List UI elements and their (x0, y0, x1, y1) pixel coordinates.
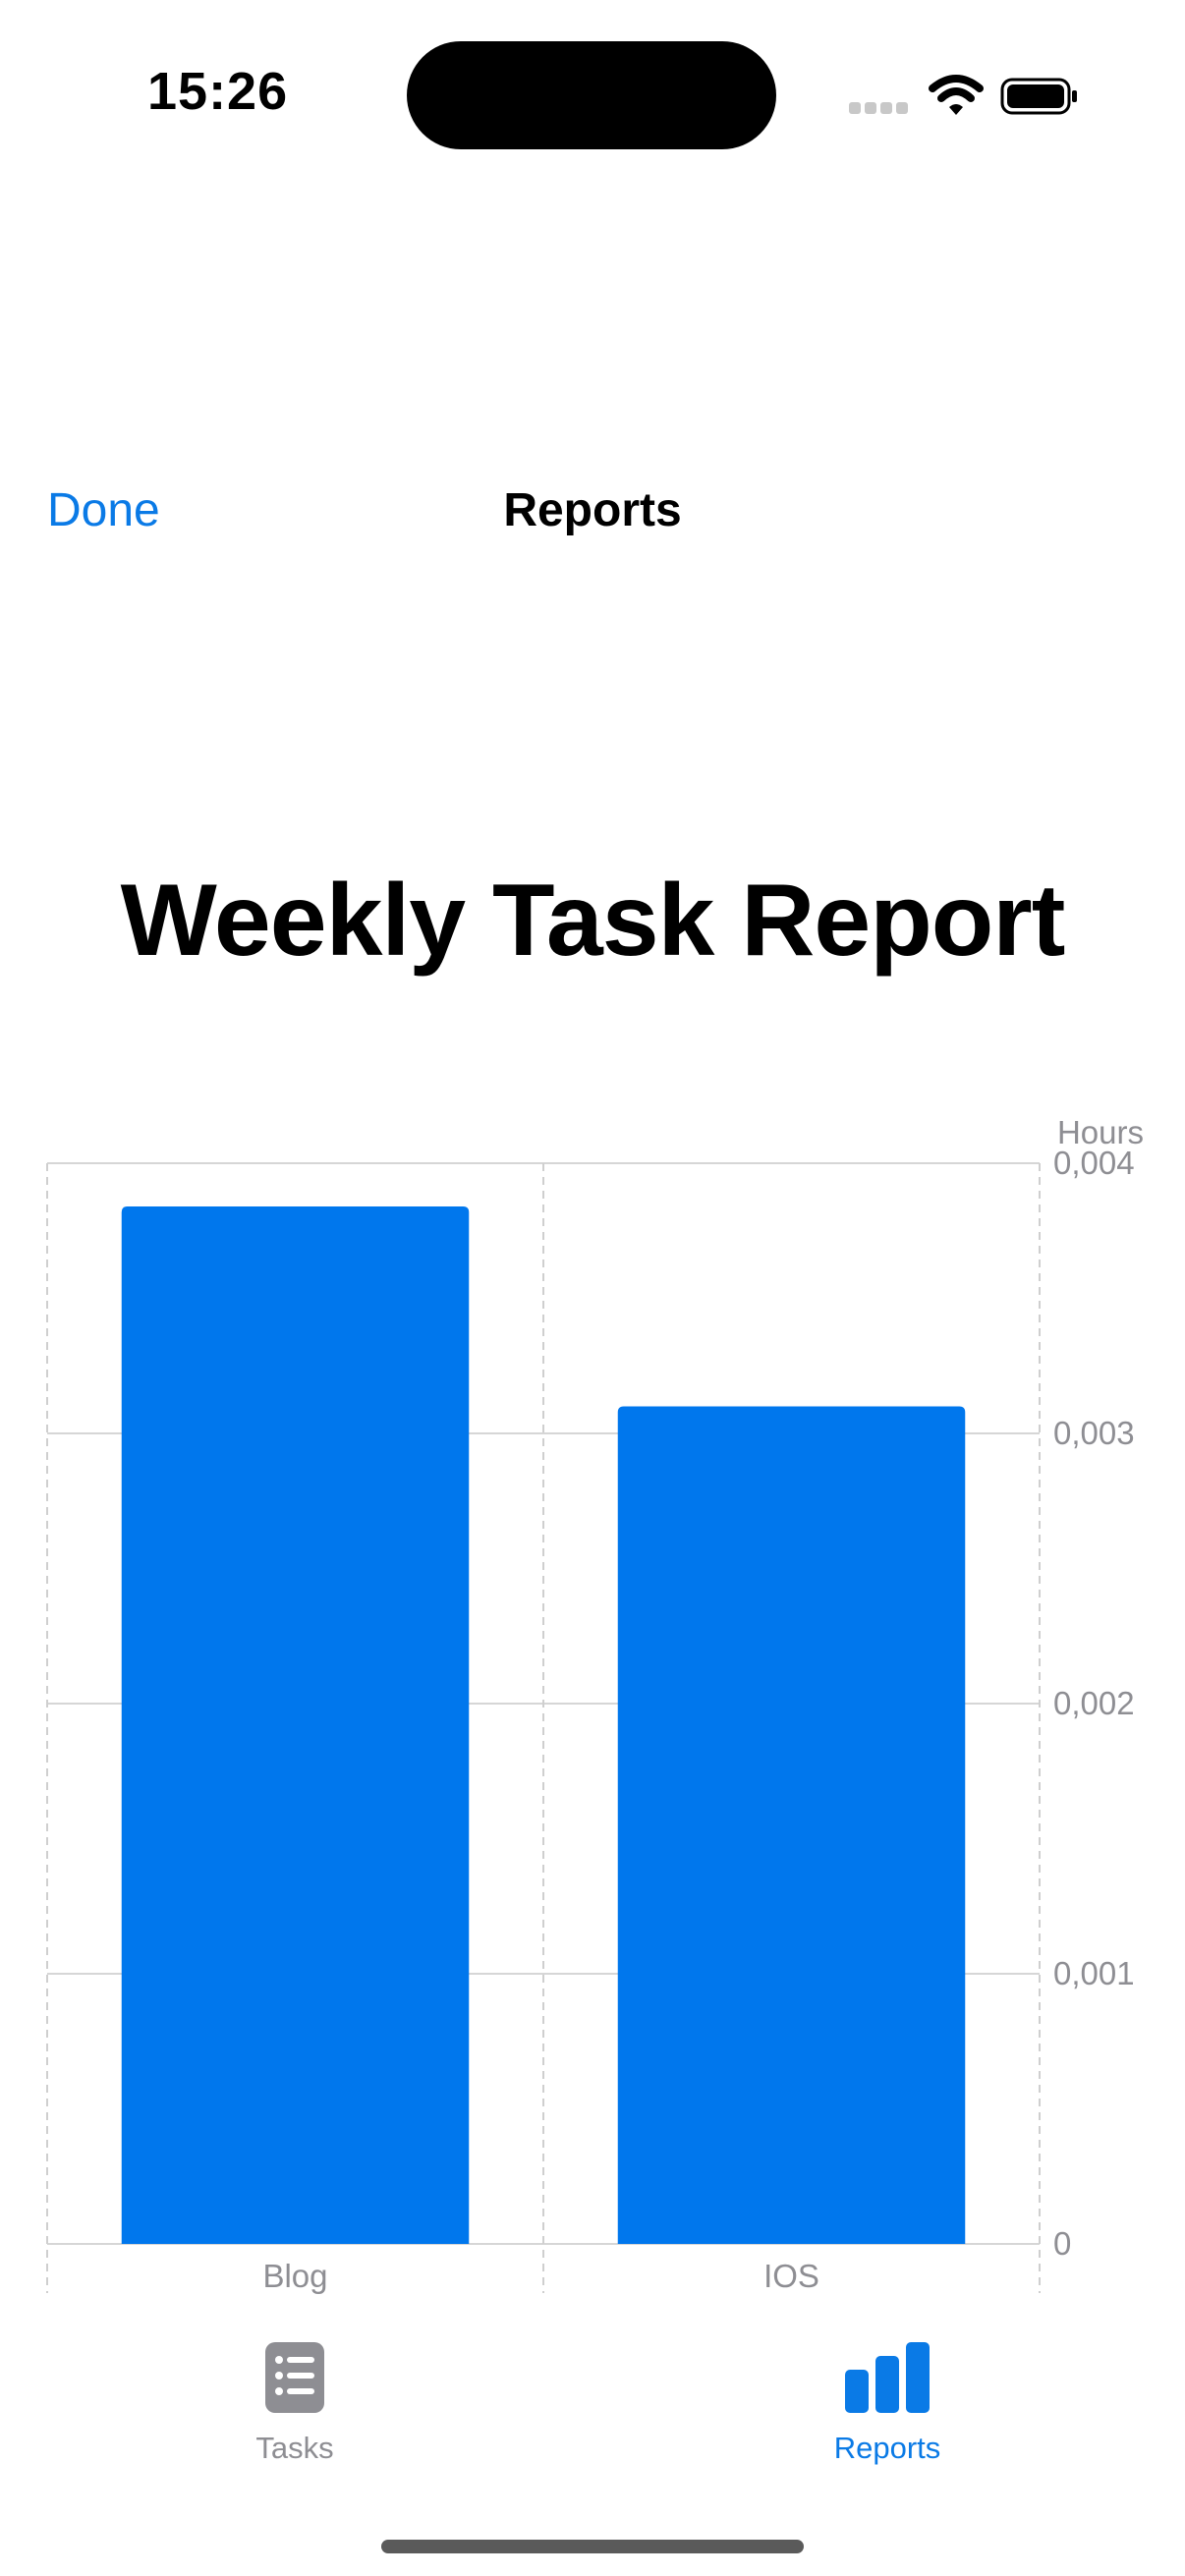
done-button[interactable]: Done (47, 483, 160, 537)
tab-reports[interactable]: Reports (789, 2338, 986, 2466)
y-axis-label: Hours (1057, 1114, 1144, 1150)
y-tick-label: 0,001 (1053, 1955, 1135, 1991)
bar-chart: 00,0010,0020,0030,004HoursBlog IOS (46, 1114, 1144, 2294)
bar-chart-icon (845, 2342, 930, 2413)
battery-icon (1000, 78, 1077, 115)
y-tick-label: 0,003 (1053, 1415, 1135, 1451)
wifi-icon (929, 75, 984, 115)
tab-tasks[interactable]: Tasks (197, 2338, 393, 2466)
bar-blog (121, 1206, 470, 2244)
signal-icon (849, 102, 908, 116)
tasks-list-icon (265, 2342, 324, 2413)
tab-label-tasks: Tasks (255, 2431, 334, 2465)
nav-title: Reports (503, 484, 682, 536)
y-tick-label: 0,002 (1053, 1685, 1135, 1721)
x-tick-label: Blog (262, 2258, 327, 2294)
y-tick-label: 0 (1053, 2225, 1071, 2262)
home-indicator (381, 2540, 804, 2553)
x-tick-label: IOS (763, 2258, 819, 2294)
bar-ios (617, 1406, 966, 2244)
tab-label-reports: Reports (833, 2431, 941, 2465)
status-time: 15:26 (147, 62, 289, 121)
dynamic-island (407, 41, 776, 149)
report-title: Weekly Task Report (120, 864, 1066, 978)
